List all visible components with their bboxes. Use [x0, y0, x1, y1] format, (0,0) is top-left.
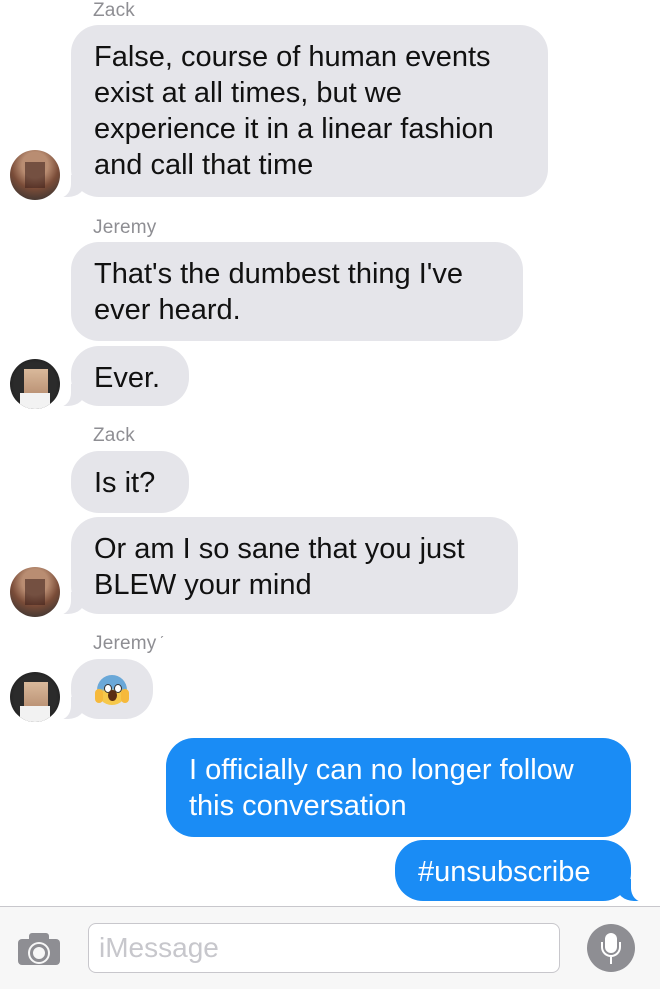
message-bubble-incoming[interactable]: That's the dumbest thing I've ever heard… [71, 242, 523, 341]
message-text: Ever. [94, 362, 161, 394]
message-text: #unsubscribe [418, 856, 591, 888]
message-text: I officially can no longer follow this c… [189, 754, 574, 822]
camera-icon[interactable] [18, 933, 60, 965]
message-input-placeholder: iMessage [99, 932, 219, 963]
message-bubble-outgoing[interactable]: I officially can no longer follow this c… [166, 738, 631, 837]
message-bubble-outgoing[interactable]: #unsubscribe [395, 840, 653, 902]
avatar-jeremy[interactable] [10, 672, 60, 722]
sender-name: Zack [93, 425, 135, 446]
message-text: Is it? [94, 467, 156, 499]
avatar-jeremy[interactable] [10, 359, 60, 409]
message-bubble-incoming[interactable]: False, course of human events exist at a… [49, 25, 548, 198]
message-bubble-incoming[interactable]: Or am I so sane that you just BLEW your … [49, 517, 518, 615]
sender-name: Jeremy [93, 217, 157, 238]
stray-mark: ˊ [159, 633, 165, 649]
message-text: Or am I so sane that you just BLEW your … [94, 533, 465, 601]
avatar-zack[interactable] [10, 567, 60, 617]
message-text: That's the dumbest thing I've ever heard… [94, 258, 463, 326]
sender-name-text: Jeremy [93, 633, 157, 654]
microphone-icon[interactable] [587, 924, 635, 972]
face-screaming-in-fear-icon [95, 675, 129, 706]
message-bubble-incoming[interactable]: Ever. [49, 346, 189, 407]
message-input-bar: iMessage [0, 906, 660, 989]
sender-name: Zack [93, 0, 135, 21]
message-bubble-incoming[interactable] [49, 659, 153, 720]
message-input[interactable]: iMessage [88, 923, 560, 973]
avatar-zack[interactable] [10, 150, 60, 200]
message-bubble-incoming[interactable]: Is it? [71, 451, 189, 513]
message-text: False, course of human events exist at a… [94, 41, 494, 181]
sender-name: Jeremy ˊ [93, 633, 164, 655]
